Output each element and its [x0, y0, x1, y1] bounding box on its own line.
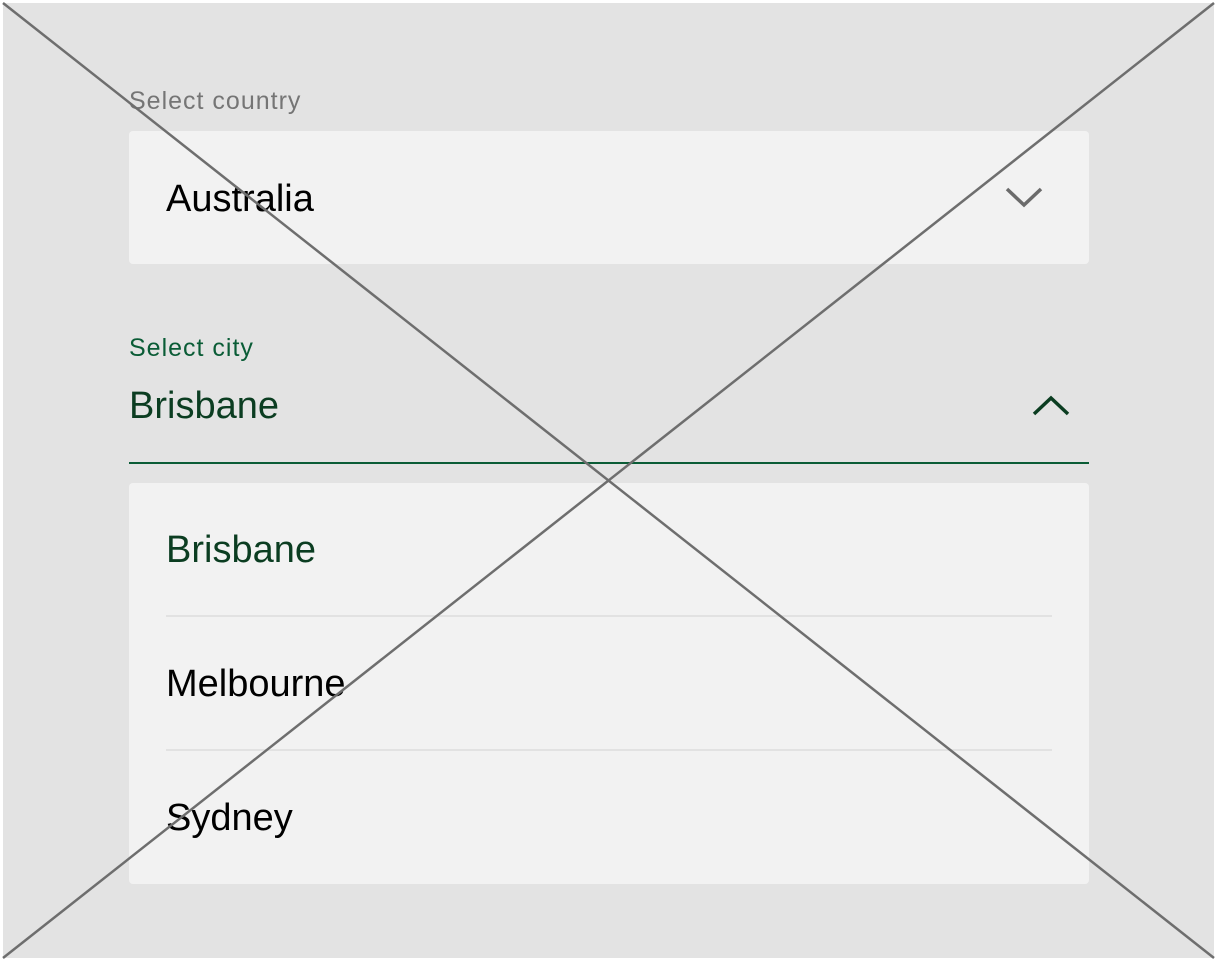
city-option-label: Melbourne: [166, 663, 346, 705]
city-option-brisbane[interactable]: Brisbane: [166, 483, 1052, 617]
city-option-melbourne[interactable]: Melbourne: [166, 617, 1052, 751]
city-option-sydney[interactable]: Sydney: [166, 751, 1052, 885]
city-label: Select city: [129, 334, 254, 362]
country-dropdown[interactable]: Australia: [129, 131, 1089, 264]
city-options-list: Brisbane Melbourne Sydney: [129, 483, 1089, 884]
wireframe-frame: Select country Australia Select city Bri…: [0, 0, 1216, 961]
chevron-up-icon: [1032, 395, 1070, 416]
city-selected-value: Brisbane: [129, 385, 279, 427]
country-selected-value: Australia: [166, 178, 314, 220]
city-dropdown[interactable]: Brisbane: [129, 378, 1089, 464]
city-option-label: Sydney: [166, 797, 293, 839]
city-option-label: Brisbane: [166, 529, 316, 571]
chevron-down-icon: [1005, 187, 1043, 208]
country-label: Select country: [129, 87, 302, 115]
